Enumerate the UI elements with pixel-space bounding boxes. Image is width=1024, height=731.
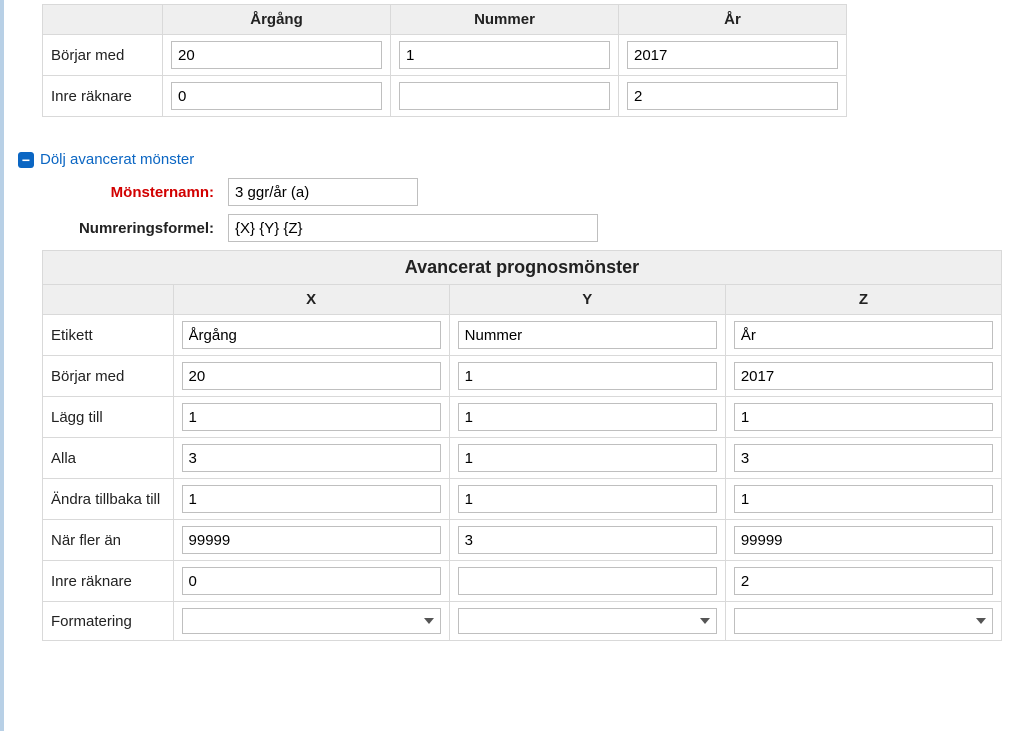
adv-alla-x[interactable] xyxy=(182,444,441,472)
summary-input-argang-1[interactable] xyxy=(171,82,382,110)
adv-label-format: Formatering xyxy=(43,602,174,641)
adv-format-select-x[interactable] xyxy=(182,608,441,634)
summary-corner xyxy=(43,5,163,35)
summary-input-nummer-0[interactable] xyxy=(399,41,610,69)
table-row: Inre räknare xyxy=(43,561,1002,602)
summary-row-label-0: Börjar med xyxy=(43,35,163,76)
adv-inre-z[interactable] xyxy=(734,567,993,595)
adv-narfler-x[interactable] xyxy=(182,526,441,554)
pattern-name-label: Mönsternamn: xyxy=(18,184,228,201)
table-row: När fler än xyxy=(43,520,1002,561)
table-row: Börjar med xyxy=(43,356,1002,397)
summary-row-label-1: Inre räknare xyxy=(43,76,163,117)
collapse-icon[interactable]: − xyxy=(18,152,34,168)
adv-label-etikett: Etikett xyxy=(43,315,174,356)
advanced-title: Avancerat prognosmönster xyxy=(43,251,1002,285)
adv-andra-x[interactable] xyxy=(182,485,441,513)
advanced-table: Avancerat prognosmönster X Y Z Etikett B… xyxy=(42,250,1002,641)
adv-label-inre: Inre räknare xyxy=(43,561,174,602)
table-row: Börjar med xyxy=(43,35,847,76)
numbering-formula-label: Numreringsformel: xyxy=(18,220,228,237)
advanced-col-y: Y xyxy=(449,285,725,315)
adv-label-borjar: Börjar med xyxy=(43,356,174,397)
table-row: Ändra tillbaka till xyxy=(43,479,1002,520)
adv-borjar-y[interactable] xyxy=(458,362,717,390)
summary-table: Årgång Nummer År Börjar med Inre räknare xyxy=(42,4,847,117)
adv-inre-y[interactable] xyxy=(458,567,717,595)
adv-narfler-z[interactable] xyxy=(734,526,993,554)
table-row: Etikett xyxy=(43,315,1002,356)
numbering-formula-input[interactable] xyxy=(228,214,598,242)
adv-andra-y[interactable] xyxy=(458,485,717,513)
adv-narfler-y[interactable] xyxy=(458,526,717,554)
chevron-down-icon xyxy=(976,618,986,624)
adv-label-lagg: Lägg till xyxy=(43,397,174,438)
pattern-name-input[interactable] xyxy=(228,178,418,206)
table-row: Alla xyxy=(43,438,1002,479)
adv-etikett-z[interactable] xyxy=(734,321,993,349)
summary-input-argang-0[interactable] xyxy=(171,41,382,69)
summary-col-argang: Årgång xyxy=(163,5,391,35)
advanced-corner xyxy=(43,285,174,315)
advanced-col-x: X xyxy=(173,285,449,315)
table-row: Formatering xyxy=(43,602,1002,641)
adv-format-select-z[interactable] xyxy=(734,608,993,634)
table-row: Lägg till xyxy=(43,397,1002,438)
adv-etikett-y[interactable] xyxy=(458,321,717,349)
adv-lagg-y[interactable] xyxy=(458,403,717,431)
adv-borjar-x[interactable] xyxy=(182,362,441,390)
adv-etikett-x[interactable] xyxy=(182,321,441,349)
chevron-down-icon xyxy=(700,618,710,624)
toggle-advanced-link[interactable]: Dölj avancerat mönster xyxy=(40,151,194,168)
summary-col-ar: År xyxy=(619,5,847,35)
adv-label-andra: Ändra tillbaka till xyxy=(43,479,174,520)
summary-input-nummer-1[interactable] xyxy=(399,82,610,110)
adv-label-alla: Alla xyxy=(43,438,174,479)
summary-input-ar-0[interactable] xyxy=(627,41,838,69)
left-accent-bar xyxy=(0,0,4,731)
adv-alla-y[interactable] xyxy=(458,444,717,472)
adv-format-select-y[interactable] xyxy=(458,608,717,634)
advanced-col-z: Z xyxy=(725,285,1001,315)
adv-andra-z[interactable] xyxy=(734,485,993,513)
adv-borjar-z[interactable] xyxy=(734,362,993,390)
summary-input-ar-1[interactable] xyxy=(627,82,838,110)
chevron-down-icon xyxy=(424,618,434,624)
summary-col-nummer: Nummer xyxy=(391,5,619,35)
adv-lagg-z[interactable] xyxy=(734,403,993,431)
table-row: Inre räknare xyxy=(43,76,847,117)
adv-lagg-x[interactable] xyxy=(182,403,441,431)
adv-alla-z[interactable] xyxy=(734,444,993,472)
adv-label-narfler: När fler än xyxy=(43,520,174,561)
adv-inre-x[interactable] xyxy=(182,567,441,595)
